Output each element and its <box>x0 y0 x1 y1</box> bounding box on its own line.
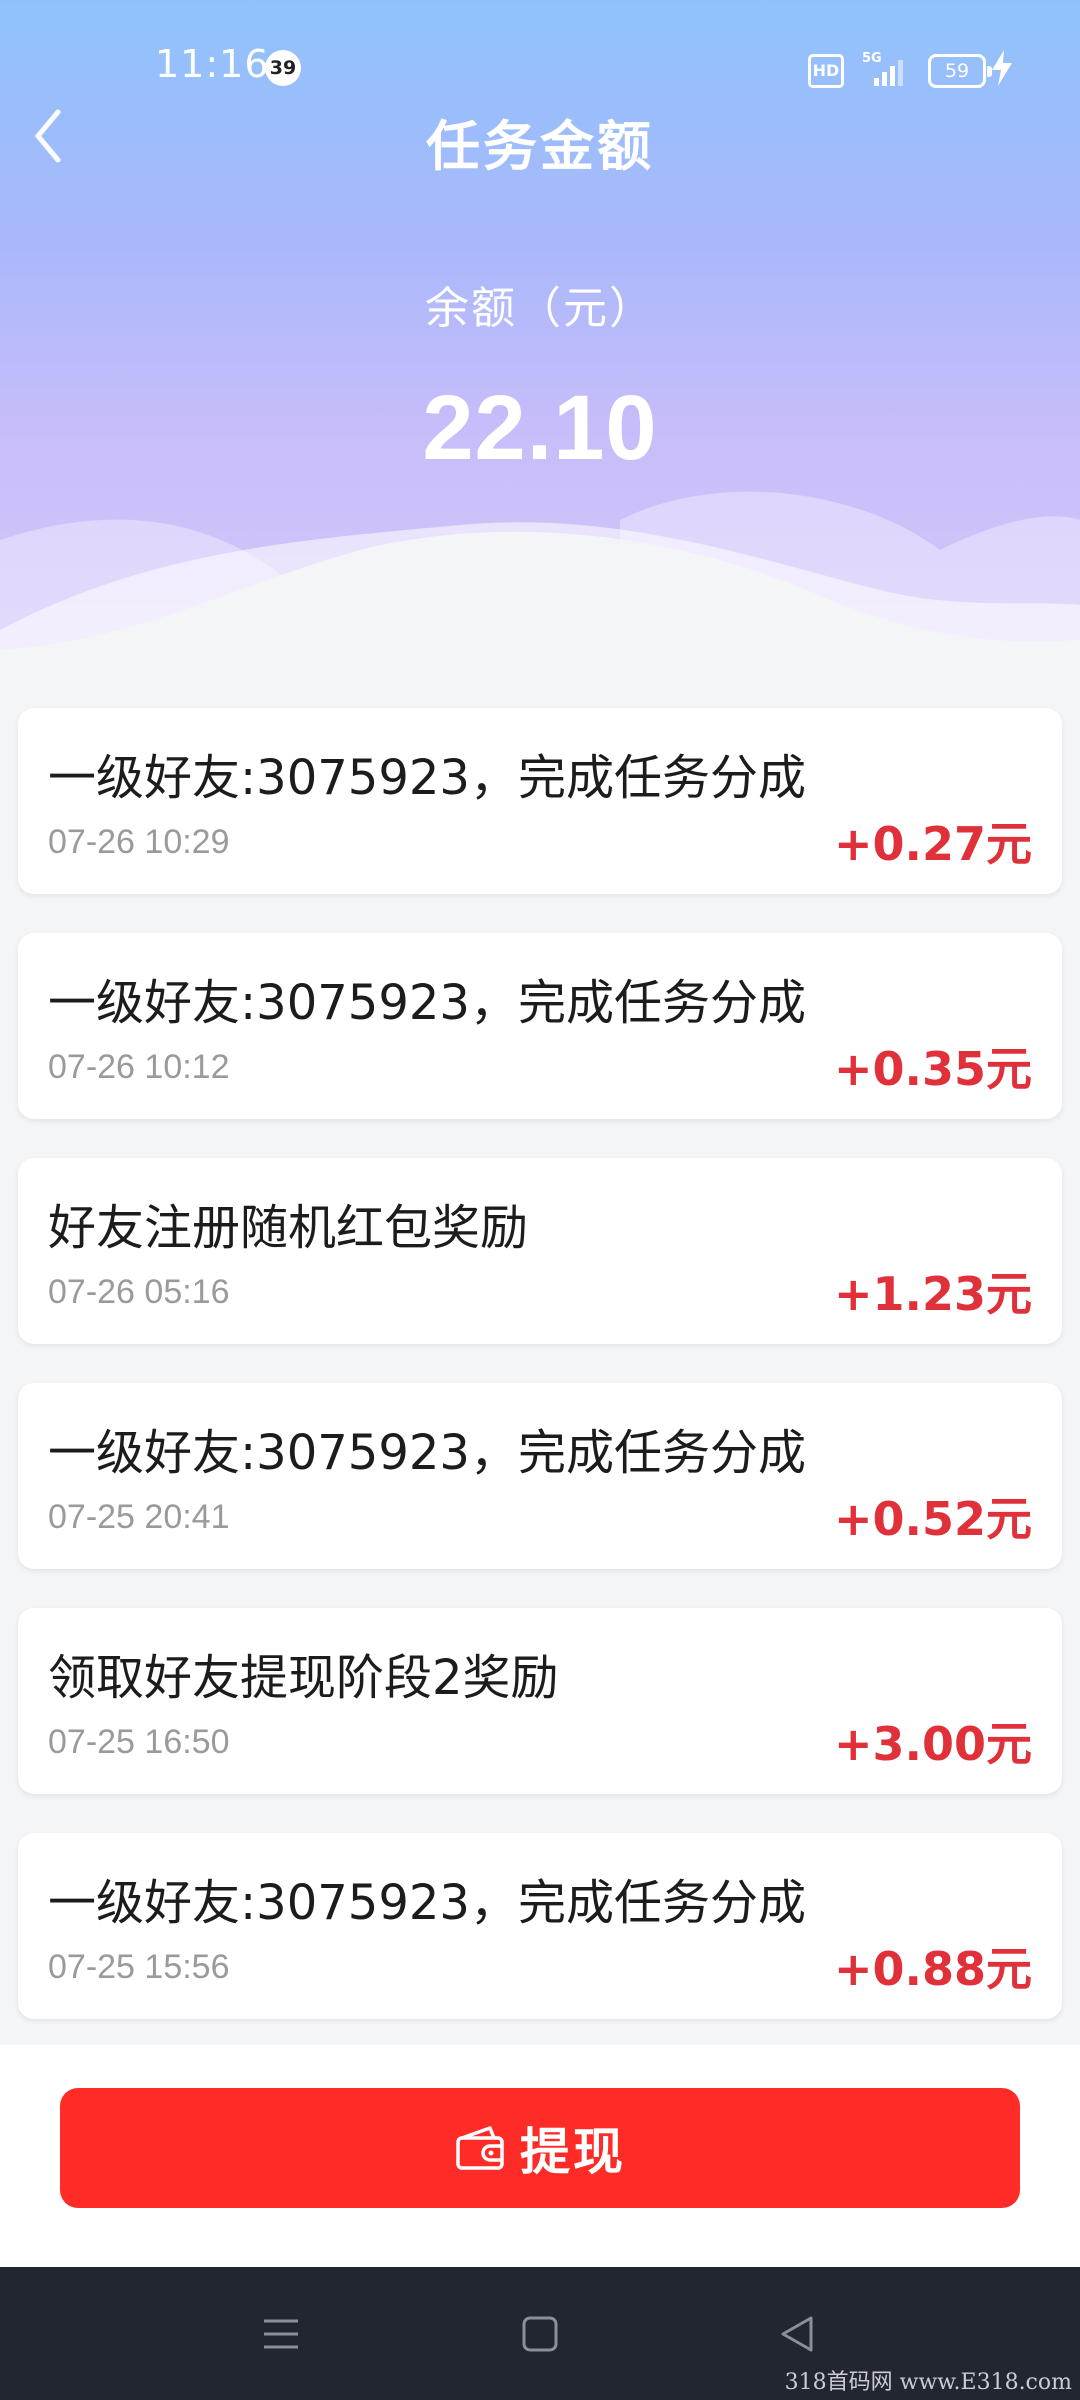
record-time: 07-25 16:50 <box>48 1723 230 1761</box>
record-amount: +3.00元 <box>833 1717 1032 1771</box>
home-square-icon <box>522 2316 558 2352</box>
list-item: 一级好友:3075923，完成任务分成 07-26 10:29 +0.27元 <box>18 708 1062 894</box>
record-amount: +0.35元 <box>833 1042 1032 1096</box>
task-amount-page: 11:16 39 HD 5G 59 任务金额 余额（元） 22.10 一级好友:… <box>0 0 1080 2400</box>
svg-text:5G: 5G <box>862 51 882 66</box>
record-time: 07-26 10:29 <box>48 823 230 861</box>
menu-icon <box>264 2319 298 2349</box>
balance-value: 22.10 <box>422 377 658 479</box>
record-amount: +0.52元 <box>833 1492 1032 1546</box>
nav-home-button[interactable] <box>515 2309 565 2359</box>
record-time: 07-25 15:56 <box>48 1948 230 1986</box>
record-amount: +0.27元 <box>833 817 1032 871</box>
record-amount: +1.23元 <box>833 1267 1032 1321</box>
decorative-waves <box>0 491 1080 690</box>
triangle-back-icon <box>781 2316 813 2352</box>
record-title: 好友注册随机红包奖励 <box>48 1200 529 1256</box>
record-time: 07-25 20:41 <box>48 1498 230 1536</box>
watermark-text: 318首码网 www.E318.com <box>784 2370 1072 2395</box>
charging-bolt-icon <box>992 50 1012 86</box>
bottom-action-bar: 提现 <box>0 2045 1080 2267</box>
page-title: 任务金额 <box>426 115 654 178</box>
record-title: 领取好友提现阶段2奖励 <box>48 1650 559 1706</box>
battery-icon: 59 <box>928 54 992 88</box>
record-title: 一级好友:3075923，完成任务分成 <box>48 750 806 806</box>
record-time: 07-26 05:16 <box>48 1273 230 1311</box>
withdraw-label: 提现 <box>520 2123 626 2181</box>
wallet-icon <box>456 2126 504 2170</box>
record-time: 07-26 10:12 <box>48 1048 230 1086</box>
record-amount: +0.88元 <box>833 1942 1032 1996</box>
withdraw-button[interactable]: 提现 <box>60 2088 1020 2208</box>
list-item: 领取好友提现阶段2奖励 07-25 16:50 +3.00元 <box>18 1608 1062 1794</box>
notification-count-badge: 39 <box>265 50 301 86</box>
signal-5g-icon: 5G <box>862 51 903 86</box>
list-item: 一级好友:3075923，完成任务分成 07-25 20:41 +0.52元 <box>18 1383 1062 1569</box>
record-title: 一级好友:3075923，完成任务分成 <box>48 1425 806 1481</box>
earnings-record-list[interactable]: 一级好友:3075923，完成任务分成 07-26 10:29 +0.27元 一… <box>18 708 1062 2118</box>
header-hero: 11:16 39 HD 5G 59 任务金额 余额（元） 22.10 <box>0 0 1080 690</box>
system-navigation-bar: 318首码网 www.E318.com <box>0 2267 1080 2400</box>
nav-menu-button[interactable] <box>256 2309 306 2359</box>
record-title: 一级好友:3075923，完成任务分成 <box>48 975 806 1031</box>
balance-label: 余额（元） <box>425 283 655 334</box>
status-time: 11:16 <box>155 42 270 86</box>
record-title: 一级好友:3075923，完成任务分成 <box>48 1875 806 1931</box>
nav-back-button[interactable] <box>773 2309 823 2359</box>
list-item: 一级好友:3075923，完成任务分成 07-26 10:12 +0.35元 <box>18 933 1062 1119</box>
list-item: 一级好友:3075923，完成任务分成 07-25 15:56 +0.88元 <box>18 1833 1062 2019</box>
list-item: 好友注册随机红包奖励 07-26 05:16 +1.23元 <box>18 1158 1062 1344</box>
hd-icon: HD <box>808 54 844 88</box>
